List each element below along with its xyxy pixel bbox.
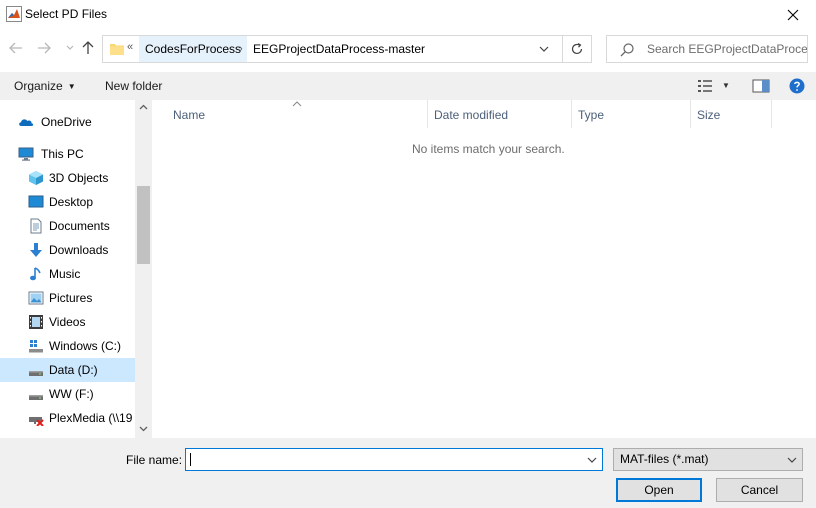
column-header-type[interactable]: Type: [572, 100, 691, 128]
download-icon: [30, 243, 42, 257]
empty-message: No items match your search.: [412, 142, 565, 156]
recent-locations-button[interactable]: [62, 40, 78, 56]
nav-item-label: 3D Objects: [49, 171, 109, 185]
command-bar: Organize ▼ New folder ▼: [0, 72, 816, 100]
onedrive-icon: [19, 119, 34, 126]
matlab-icon: [6, 6, 22, 22]
network-drive-disconnected-icon: [29, 417, 44, 426]
search-placeholder: Search EEGProjectDataProce...: [647, 42, 807, 56]
view-details-icon[interactable]: [697, 79, 713, 93]
chevron-down-icon[interactable]: [537, 42, 551, 56]
refresh-icon: [571, 42, 583, 55]
file-open-dialog: Select PD Files « CodesForProcess › EEGP…: [0, 0, 816, 508]
file-type-select[interactable]: MAT-files (*.mat): [613, 448, 803, 471]
new-folder-button[interactable]: New folder: [105, 72, 162, 100]
overflow-chevrons[interactable]: «: [127, 41, 133, 53]
column-header-size[interactable]: Size: [691, 100, 772, 128]
help-icon[interactable]: [789, 78, 805, 94]
navigation-pane[interactable]: OneDrive This PC 3D Objects Desktop Docu…: [0, 100, 152, 438]
breadcrumb-eegprojectdataprocess[interactable]: EEGProjectDataProcess-master: [249, 36, 429, 62]
folder-icon: [110, 44, 124, 55]
nav-item-label: Music: [49, 267, 81, 281]
file-type-value: MAT-files (*.mat): [620, 452, 709, 466]
close-button[interactable]: [770, 0, 816, 29]
scroll-down-icon[interactable]: [139, 426, 148, 432]
nav-item-label: Videos: [49, 315, 86, 329]
nav-item-plexmedia[interactable]: PlexMedia (\\19: [0, 406, 135, 430]
nav-item-label: Windows (C:): [49, 339, 122, 353]
column-header-name[interactable]: Name: [167, 100, 428, 128]
open-button[interactable]: Open: [616, 478, 702, 502]
back-button[interactable]: [8, 40, 24, 56]
nav-item-3d-objects[interactable]: 3D Objects: [0, 166, 135, 190]
footer: File name: MAT-files (*.mat) Open Cancel: [0, 438, 816, 508]
view-options-caret-icon[interactable]: ▼: [722, 79, 730, 93]
nav-item-data-d[interactable]: Data (D:): [0, 358, 135, 382]
chevron-down-icon: [787, 457, 797, 463]
document-icon: [30, 218, 42, 234]
videos-icon: [29, 315, 43, 329]
nav-item-label: Pictures: [49, 291, 93, 305]
window-title: Select PD Files: [25, 7, 108, 21]
cancel-button[interactable]: Cancel: [716, 478, 803, 502]
column-header-date-modified[interactable]: Date modified: [428, 100, 572, 128]
text-cursor: [190, 453, 191, 466]
pictures-icon: [28, 291, 44, 305]
nav-item-videos[interactable]: Videos: [0, 310, 135, 334]
nav-item-onedrive[interactable]: OneDrive: [0, 110, 135, 134]
nav-item-label: Downloads: [49, 243, 109, 257]
search-box[interactable]: Search EEGProjectDataProce...: [606, 35, 808, 63]
file-name-label: File name:: [126, 453, 183, 467]
organize-label: Organize: [14, 79, 63, 93]
nav-item-downloads[interactable]: Downloads: [0, 238, 135, 262]
cube-icon: [29, 171, 43, 185]
nav-item-label: PlexMedia (\\19: [49, 411, 133, 425]
nav-item-label: WW (F:): [49, 387, 94, 401]
nav-item-label: Data (D:): [49, 363, 98, 377]
forward-arrow-icon: [38, 42, 51, 54]
file-name-input[interactable]: [186, 449, 578, 470]
title-bar: Select PD Files: [0, 0, 816, 29]
nav-item-documents[interactable]: Documents: [0, 214, 135, 238]
back-arrow-icon: [9, 42, 22, 54]
address-bar[interactable]: « CodesForProcess › EEGProjectDataProces…: [102, 35, 592, 63]
music-icon: [30, 267, 41, 281]
drive-icon: [29, 395, 43, 400]
nav-item-this-pc[interactable]: This PC: [0, 142, 135, 166]
navigation-scrollbar[interactable]: [135, 100, 152, 438]
nav-item-label: Desktop: [49, 195, 94, 209]
search-icon: [620, 43, 634, 57]
nav-item-label: Documents: [49, 219, 110, 233]
up-button[interactable]: [80, 40, 96, 56]
close-icon: [787, 9, 799, 20]
nav-item-ww-f[interactable]: WW (F:): [0, 382, 135, 406]
breadcrumb-codesforprocess[interactable]: CodesForProcess: [139, 36, 248, 62]
drive-icon: [29, 371, 43, 376]
refresh-button[interactable]: [562, 35, 592, 63]
organize-button[interactable]: Organize ▼: [14, 72, 76, 101]
desktop-icon: [28, 195, 44, 208]
file-list[interactable]: Name Date modified Type Size No items ma…: [152, 100, 816, 438]
nav-item-pictures[interactable]: Pictures: [0, 286, 135, 310]
nav-item-desktop[interactable]: Desktop: [0, 190, 135, 214]
scrollbar-thumb[interactable]: [137, 186, 150, 264]
breadcrumb-separator[interactable]: ›: [239, 36, 243, 62]
forward-button[interactable]: [36, 40, 52, 56]
scroll-up-icon[interactable]: [139, 104, 148, 110]
windows-drive-icon: [29, 340, 43, 353]
nav-item-label: OneDrive: [41, 115, 92, 129]
nav-item-windows-c[interactable]: Windows (C:): [0, 334, 135, 358]
chevron-down-icon[interactable]: [586, 454, 598, 466]
file-name-combobox[interactable]: [185, 448, 603, 471]
chevron-down-icon: [66, 45, 74, 50]
nav-item-music[interactable]: Music: [0, 262, 135, 286]
nav-item-label: This PC: [41, 147, 84, 161]
computer-icon: [18, 147, 34, 161]
up-arrow-icon: [82, 41, 94, 54]
preview-pane-icon[interactable]: [752, 79, 770, 93]
organize-caret-icon: ▼: [67, 82, 76, 91]
